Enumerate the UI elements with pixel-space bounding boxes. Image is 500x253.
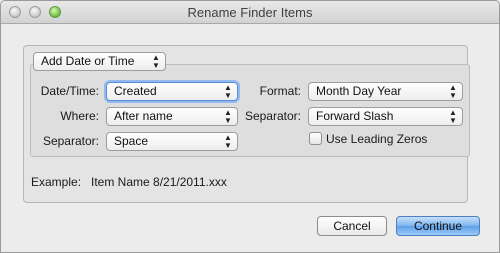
popup-arrows-icon: ▲ ▼: [224, 108, 232, 125]
separator-left-value: Space: [114, 134, 149, 148]
separator-right-label: Separator:: [244, 109, 301, 123]
separator-right-popup[interactable]: Forward Slash ▲ ▼: [308, 107, 463, 126]
leading-zeros-label[interactable]: Use Leading Zeros: [326, 132, 427, 146]
title-bar: Rename Finder Items: [1, 1, 499, 24]
separator-left-popup[interactable]: Space ▲ ▼: [106, 132, 238, 151]
where-value: After name: [114, 109, 173, 123]
format-popup[interactable]: Month Day Year ▲ ▼: [308, 82, 463, 101]
popup-arrows-icon: ▲ ▼: [224, 83, 232, 100]
date-time-popup[interactable]: Created ▲ ▼: [106, 82, 238, 101]
separator-right-value: Forward Slash: [316, 109, 394, 123]
where-label: Where:: [60, 109, 99, 123]
format-value: Month Day Year: [316, 84, 402, 98]
separator-left-label: Separator:: [42, 134, 99, 148]
date-time-value: Created: [114, 84, 157, 98]
cancel-button[interactable]: Cancel: [317, 216, 387, 236]
action-popup[interactable]: Add Date or Time ▲ ▼: [33, 52, 166, 71]
where-popup[interactable]: After name ▲ ▼: [106, 107, 238, 126]
leading-zeros-checkbox[interactable]: [309, 132, 322, 145]
popup-arrows-icon: ▲ ▼: [449, 83, 457, 100]
window-title: Rename Finder Items: [187, 5, 313, 20]
example-value: Item Name 8/21/2011.xxx: [91, 175, 227, 189]
popup-arrows-icon: ▲ ▼: [224, 133, 232, 150]
popup-arrows-icon: ▲ ▼: [152, 53, 160, 70]
example-label: Example:: [31, 175, 82, 189]
rename-finder-items-window: Rename Finder Items Add Date or Time ▲ ▼ …: [0, 0, 500, 253]
continue-button[interactable]: Continue: [396, 216, 480, 236]
popup-arrows-icon: ▲ ▼: [449, 108, 457, 125]
date-time-label: Date/Time:: [40, 84, 99, 98]
format-label: Format:: [259, 84, 301, 98]
action-popup-value: Add Date or Time: [41, 54, 135, 68]
